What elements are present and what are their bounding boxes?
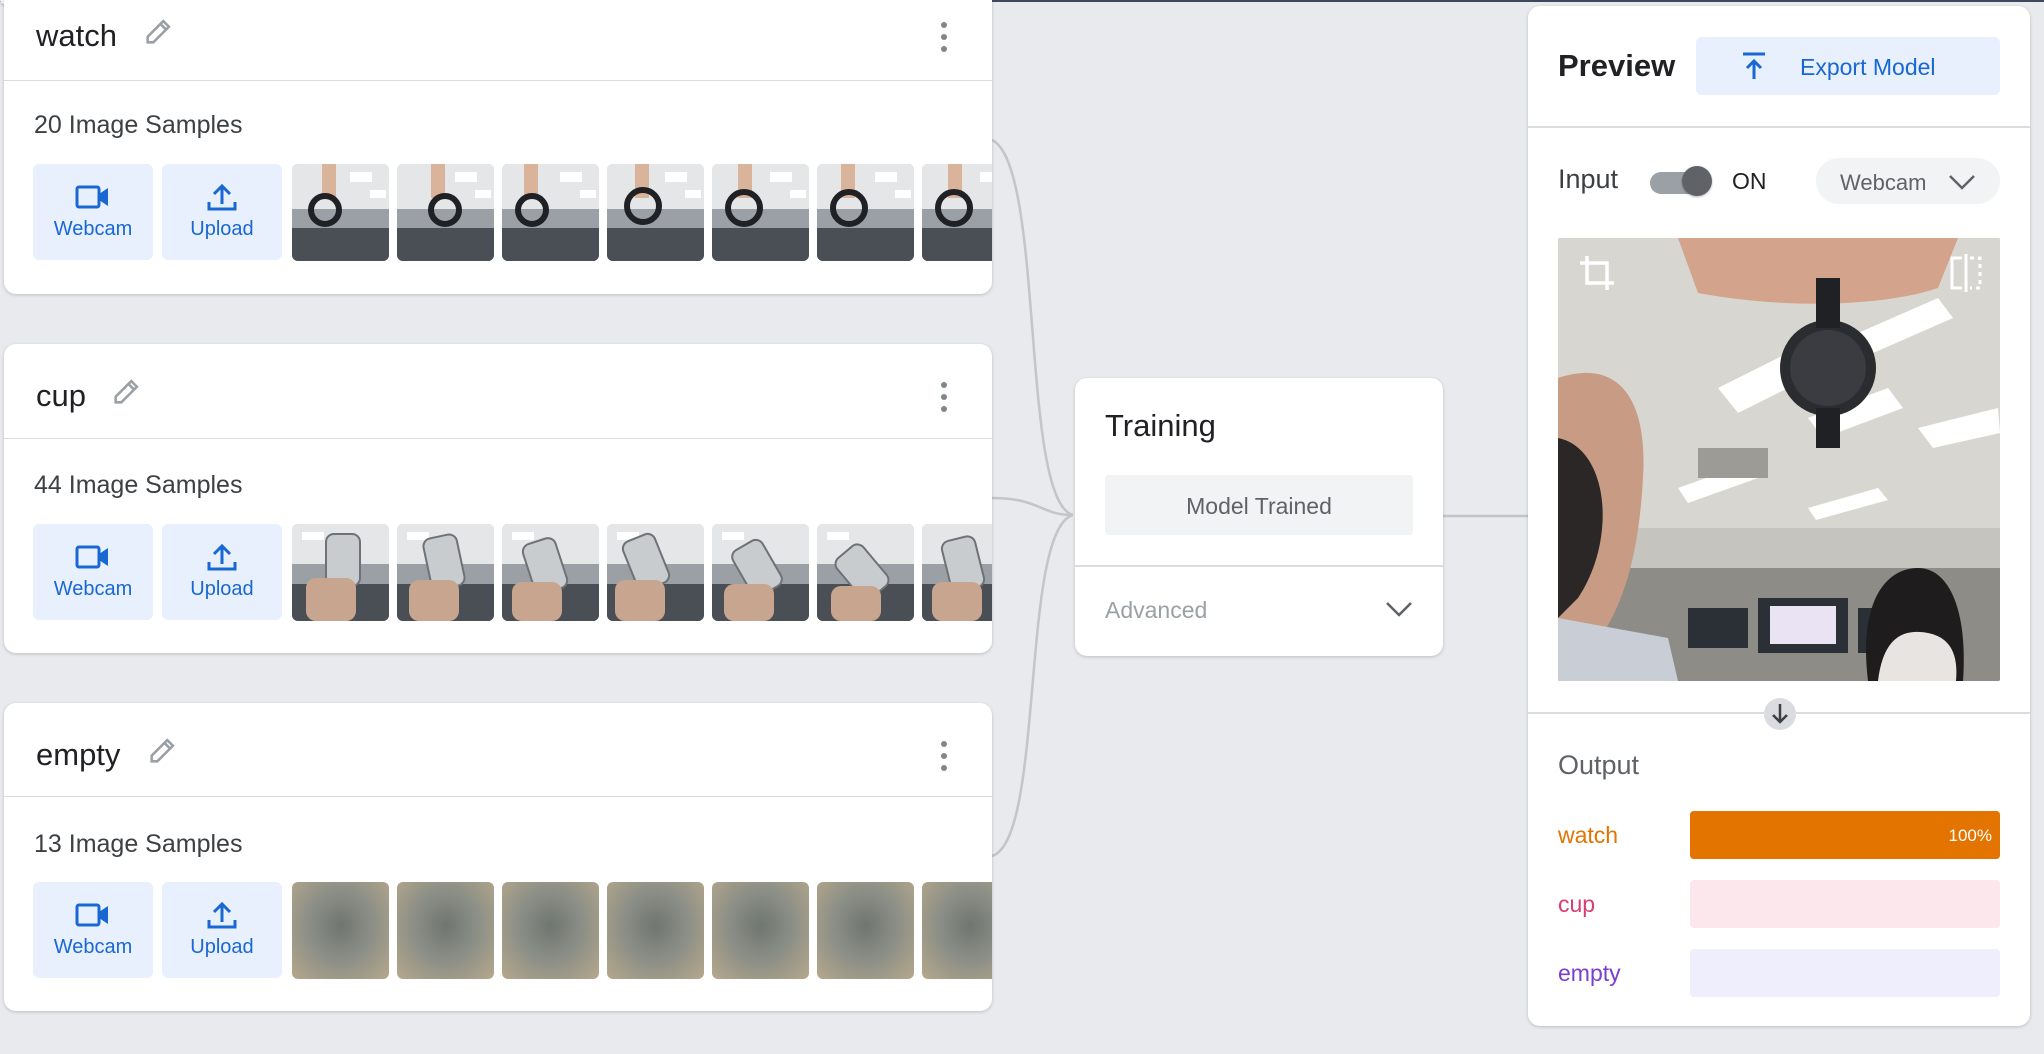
sample-thumbnail[interactable] [502,882,599,979]
sample-thumbnail[interactable] [817,882,914,979]
output-class-label: empty [1558,960,1621,986]
upload-label: Upload [190,936,254,958]
confidence-bar-empty [1690,949,2000,997]
sample-thumbnail[interactable] [817,524,914,621]
samples-count: 13 Image Samples [34,830,243,858]
export-model-button[interactable]: Export Model [1696,37,2000,95]
input-source-select[interactable]: Webcam [1816,158,2000,204]
crop-icon[interactable] [1578,254,1616,292]
edit-pencil-icon[interactable] [142,14,176,48]
webcam-preview [1558,238,2000,681]
sample-thumbnail[interactable] [502,164,599,261]
upload-button[interactable]: Upload [162,164,282,260]
sample-thumbnail[interactable] [502,524,599,621]
class-header: watch [4,0,992,81]
confidence-bar-cup [1690,880,2000,928]
arrow-down-icon [1764,698,1796,730]
chevron-down-icon [1949,175,1975,190]
video-camera-icon [75,545,108,569]
sample-thumbnail[interactable] [922,524,992,621]
sample-thumbnail[interactable] [712,164,809,261]
class-name[interactable]: watch [36,18,117,54]
sample-thumbnail[interactable] [292,882,389,979]
sample-thumbnail[interactable] [292,524,389,621]
class-name[interactable]: empty [36,737,120,773]
more-options-icon[interactable] [940,22,948,58]
output-class-label: watch [1558,822,1619,848]
samples-count: 44 Image Samples [34,471,243,499]
video-camera-icon [75,185,108,209]
training-title: Training [1105,408,1216,443]
sample-thumbnail[interactable] [397,164,494,261]
input-source-value: Webcam [1840,170,1927,195]
sample-thumbnail[interactable] [712,524,809,621]
sample-thumbnail[interactable] [922,882,992,979]
sample-thumbnail[interactable] [292,164,389,261]
sample-thumbnail[interactable] [607,164,704,261]
preview-title: Preview [1558,48,1676,83]
webcam-label: Webcam [53,578,133,600]
class-card-watch: watch 20 Image Samples Webcam Upload [4,0,992,294]
sample-thumbnail[interactable] [817,164,914,261]
webcam-button[interactable]: Webcam [33,164,153,260]
class-name[interactable]: cup [36,378,86,414]
webcam-button[interactable]: Webcam [33,882,153,978]
train-model-button[interactable]: Model Trained [1105,475,1413,535]
output-label: Output [1558,750,1640,780]
toggle-state: ON [1732,168,1767,194]
divider [1528,126,2030,128]
preview-panel: Preview Export Model Input ON Webcam Out… [1528,6,2030,1026]
more-options-icon[interactable] [940,382,948,418]
upload-label: Upload [190,578,254,600]
sample-thumbnail[interactable] [607,882,704,979]
sample-thumbnail[interactable] [397,882,494,979]
output-class-label: cup [1558,891,1596,917]
upload-button[interactable]: Upload [162,882,282,978]
class-header: empty [4,703,992,797]
webcam-label: Webcam [53,936,133,958]
export-icon [1743,52,1765,79]
input-label: Input [1558,164,1619,194]
upload-icon [207,183,237,211]
class-header: cup [4,344,992,439]
video-camera-icon [75,903,108,927]
upload-icon [207,543,237,571]
confidence-bar-watch: 100% [1690,811,2000,859]
sample-thumbnail[interactable] [607,524,704,621]
webcam-label: Webcam [53,218,133,240]
export-model-label: Export Model [1800,54,1936,80]
confidence-percent: 100% [1948,826,1992,845]
sample-thumbnail[interactable] [397,524,494,621]
class-card-cup: cup 44 Image Samples Webcam Upload [4,344,992,653]
edit-pencil-icon[interactable] [146,733,180,767]
flip-icon[interactable] [1948,254,1984,292]
edit-pencil-icon[interactable] [110,374,144,408]
samples-count: 20 Image Samples [34,111,243,139]
sample-thumbnail[interactable] [712,882,809,979]
chevron-down-icon[interactable] [1385,600,1413,618]
input-toggle-knob[interactable] [1682,166,1712,196]
divider [1075,565,1443,567]
advanced-toggle[interactable]: Advanced [1105,597,1207,624]
webcam-button[interactable]: Webcam [33,524,153,620]
more-options-icon[interactable] [940,741,948,777]
training-card: Training Model Trained Advanced [1075,378,1443,656]
upload-button[interactable]: Upload [162,524,282,620]
sample-thumbnail[interactable] [922,164,992,261]
class-card-empty: empty 13 Image Samples Webcam Upload [4,703,992,1011]
upload-label: Upload [190,218,254,240]
upload-icon [207,901,237,929]
